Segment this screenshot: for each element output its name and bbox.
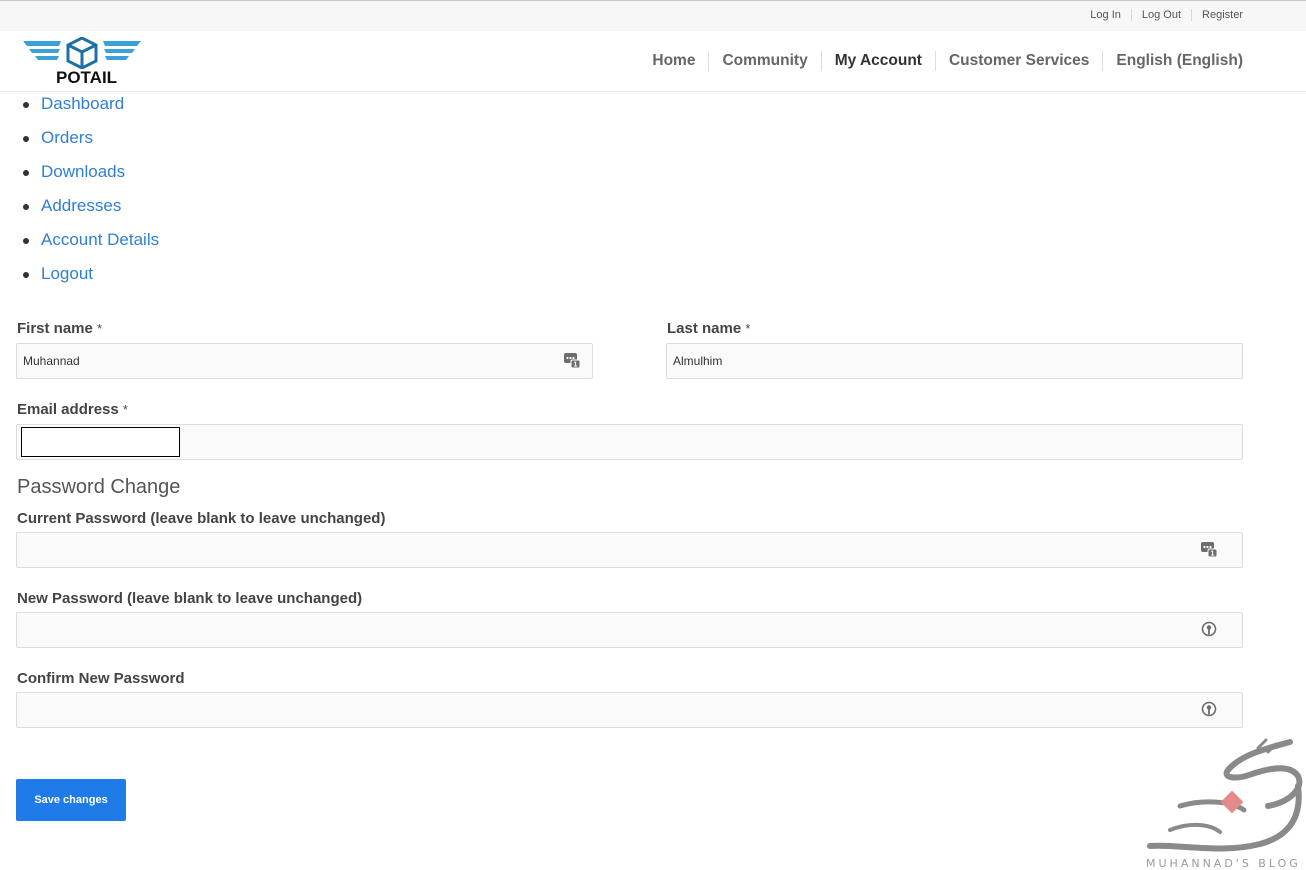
main-navigation: Home Community My Account Customer Servi… xyxy=(652,51,1243,71)
last-name-label-text: Last name xyxy=(667,320,742,337)
new-password-label: New Password (leave blank to leave uncha… xyxy=(17,590,363,607)
nav-customer-services[interactable]: Customer Services xyxy=(949,52,1089,70)
account-nav-item: Addresses xyxy=(21,195,159,229)
utility-links: Log In Log Out Register xyxy=(1090,9,1243,21)
divider xyxy=(708,51,710,71)
logo-wordmark: POTAIL xyxy=(56,68,118,87)
account-nav-item: Dashboard xyxy=(21,93,159,127)
nav-home[interactable]: Home xyxy=(652,52,695,70)
account-nav-addresses[interactable]: Addresses xyxy=(41,196,121,215)
divider xyxy=(934,51,936,71)
nav-language[interactable]: English (English) xyxy=(1116,52,1243,70)
logo-icon xyxy=(23,36,141,70)
account-nav-account-details[interactable]: Account Details xyxy=(41,230,159,249)
first-name-input[interactable] xyxy=(16,343,593,379)
required-mark: * xyxy=(97,321,103,336)
email-label-text: Email address xyxy=(17,401,119,418)
email-label: Email address * xyxy=(17,401,128,418)
email-input[interactable] xyxy=(16,424,1243,460)
current-password-label: Current Password (leave blank to leave u… xyxy=(17,510,386,527)
account-nav-dashboard[interactable]: Dashboard xyxy=(41,94,124,113)
new-password-input[interactable] xyxy=(16,612,1243,648)
account-nav-orders[interactable]: Orders xyxy=(41,128,93,147)
account-nav-item: Logout xyxy=(21,263,159,297)
key-icon[interactable] xyxy=(1201,621,1217,637)
site-header: POTAIL Home Community My Account Custome… xyxy=(0,31,1306,92)
first-name-label: First name * xyxy=(17,320,102,337)
password-change-heading: Password Change xyxy=(17,476,181,498)
first-name-label-text: First name xyxy=(17,320,93,337)
svg-text:1: 1 xyxy=(574,362,578,369)
account-nav-item: Downloads xyxy=(21,161,159,195)
nav-my-account[interactable]: My Account xyxy=(835,52,922,70)
nav-community[interactable]: Community xyxy=(722,52,807,70)
account-nav-logout[interactable]: Logout xyxy=(41,264,93,283)
logout-link[interactable]: Log Out xyxy=(1142,9,1181,21)
account-nav-item: Account Details xyxy=(21,229,159,263)
account-nav-downloads[interactable]: Downloads xyxy=(41,162,125,181)
confirm-password-label: Confirm New Password xyxy=(17,670,185,687)
required-mark: * xyxy=(122,402,128,417)
watermark-text: MUHANNAD'S BLOG xyxy=(1146,857,1301,870)
divider xyxy=(1102,51,1104,71)
password-manager-icon[interactable]: 1 xyxy=(1201,541,1217,557)
account-navigation: Dashboard Orders Downloads Addresses Acc… xyxy=(21,93,159,297)
account-nav-item: Orders xyxy=(21,127,159,161)
last-name-label: Last name * xyxy=(667,320,750,337)
site-logo[interactable]: POTAIL xyxy=(23,36,141,89)
divider xyxy=(1130,9,1132,21)
login-link[interactable]: Log In xyxy=(1090,9,1121,21)
key-icon[interactable] xyxy=(1201,701,1217,717)
register-link[interactable]: Register xyxy=(1202,9,1243,21)
redaction-box xyxy=(21,427,180,457)
utility-bar: Log In Log Out Register xyxy=(0,1,1306,31)
required-mark: * xyxy=(745,321,751,336)
save-changes-button[interactable]: Save changes xyxy=(16,779,126,821)
password-manager-icon[interactable]: 1 xyxy=(564,352,580,368)
last-name-input[interactable] xyxy=(666,343,1243,379)
divider xyxy=(1191,9,1193,21)
confirm-password-input[interactable] xyxy=(16,692,1243,728)
current-password-input[interactable] xyxy=(16,532,1243,568)
svg-text:1: 1 xyxy=(1211,551,1215,558)
watermark-calligraphy-icon xyxy=(1147,738,1303,852)
divider xyxy=(820,51,822,71)
